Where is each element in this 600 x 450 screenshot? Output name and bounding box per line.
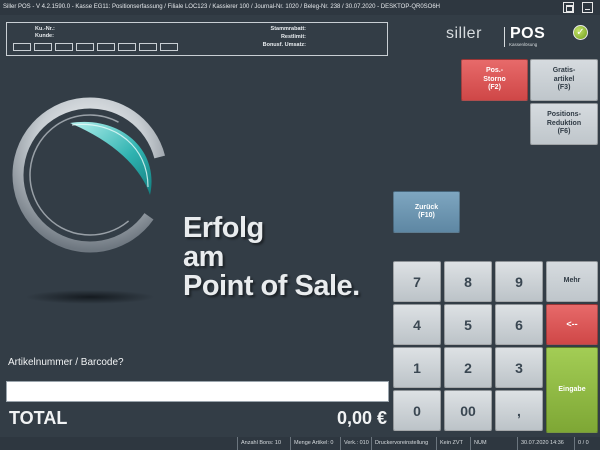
- pos-storno-button[interactable]: Pos.- Storno (F2): [461, 59, 528, 101]
- key-5[interactable]: 5: [444, 304, 492, 345]
- key-2[interactable]: 2: [444, 347, 492, 388]
- maximize-icon[interactable]: [563, 2, 574, 13]
- window-title: Siller POS - V 4.2.1590.0 - Kasse EG11: …: [3, 4, 440, 10]
- backspace-button[interactable]: <--: [546, 304, 598, 345]
- digit-box[interactable]: [34, 43, 52, 51]
- status-article-count: Menge Artikel: 0: [290, 437, 336, 450]
- digit-box[interactable]: [97, 43, 115, 51]
- eingabe-button[interactable]: Eingabe: [546, 347, 598, 433]
- key-8[interactable]: 8: [444, 261, 492, 302]
- digit-box[interactable]: [76, 43, 94, 51]
- slogan-line-3: Point of Sale.: [183, 270, 360, 302]
- status-num: NUM: [470, 437, 490, 450]
- status-bar: Anzahl Bons: 10 Menge Artikel: 0 Verk.: …: [0, 437, 600, 450]
- slogan-line-1: Erfolg: [183, 212, 264, 244]
- key-4[interactable]: 4: [393, 304, 441, 345]
- slogan: Erfolg am Point of Sale.: [183, 214, 360, 301]
- logo-name-light: siller: [446, 25, 482, 42]
- digit-box[interactable]: [55, 43, 73, 51]
- bonus-revenue-label: Bonusf. Umsatz:: [262, 42, 306, 48]
- emblem-shadow: [25, 290, 155, 304]
- status-printer: Druckervoreinstellung: [371, 437, 431, 450]
- status-datetime: 30.07.2020 14:36: [517, 437, 567, 450]
- logo-name-bold: POS: [510, 25, 546, 42]
- gratisartikel-button[interactable]: Gratis- artikel (F3): [530, 59, 598, 101]
- window-title-bar: Siller POS - V 4.2.1590.0 - Kasse EG11: …: [0, 0, 600, 15]
- customer-name-label: Kunde:: [35, 33, 54, 39]
- status-counter: 0 / 0: [574, 437, 592, 450]
- key-9[interactable]: 9: [495, 261, 543, 302]
- status-ok-icon[interactable]: ✓: [573, 25, 588, 40]
- status-bon-count: Anzahl Bons: 10: [237, 437, 284, 450]
- key-3[interactable]: 3: [495, 347, 543, 388]
- customer-number-boxes[interactable]: [13, 43, 178, 51]
- barcode-input[interactable]: [6, 381, 389, 402]
- status-seller: Verk.: 010: [340, 437, 372, 450]
- total-label: TOTAL: [9, 408, 68, 428]
- digit-box[interactable]: [139, 43, 157, 51]
- logo-subtitle: Kassenlösung: [509, 42, 538, 47]
- status-zvt: Kein ZVT: [436, 437, 466, 450]
- barcode-prompt: Artikelnummer / Barcode?: [8, 357, 124, 368]
- minimize-icon[interactable]: [582, 2, 593, 13]
- key-6[interactable]: 6: [495, 304, 543, 345]
- key-0[interactable]: 0: [393, 390, 441, 431]
- zurueck-button[interactable]: Zurück (F10): [393, 191, 460, 233]
- slogan-line-2: am: [183, 241, 224, 273]
- key-comma[interactable]: ,: [495, 390, 543, 431]
- digit-box[interactable]: [160, 43, 178, 51]
- key-1[interactable]: 1: [393, 347, 441, 388]
- customer-number-label: Ku.-Nr.:: [35, 26, 55, 32]
- siller-emblem-icon: [12, 97, 168, 253]
- mehr-button[interactable]: Mehr: [546, 261, 598, 302]
- key-00[interactable]: 00: [444, 390, 492, 431]
- stammrabatt-label: Stammrabatt:: [270, 26, 306, 32]
- total-value: 0,00 €: [336, 408, 387, 428]
- digit-box[interactable]: [13, 43, 31, 51]
- digit-box[interactable]: [118, 43, 136, 51]
- restlimit-label: Restlimit:: [280, 34, 306, 40]
- customer-info-panel: Ku.-Nr.: Kunde: Stammrabatt: Restlimit: …: [6, 22, 388, 56]
- positionsreduktion-button[interactable]: Positions- Reduktion (F6): [530, 103, 598, 145]
- key-7[interactable]: 7: [393, 261, 441, 302]
